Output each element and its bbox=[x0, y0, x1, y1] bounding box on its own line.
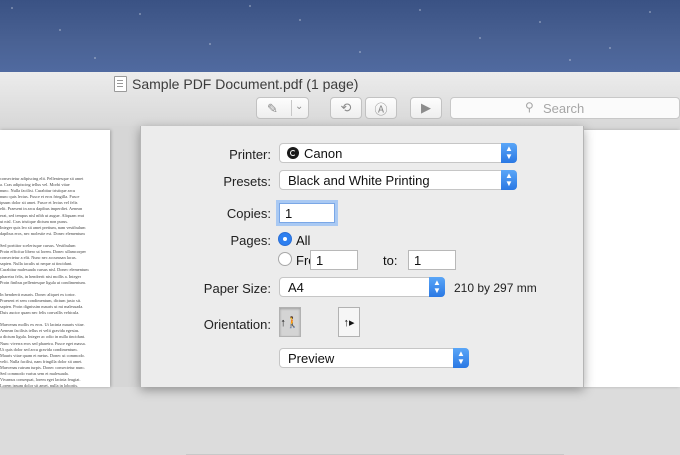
markup-pen-button[interactable]: ✎ ⌄ bbox=[256, 97, 309, 119]
presets-label: Presets: bbox=[223, 174, 271, 189]
pdf-page-preview: consectetur adipiscing elit. Pellentesqu… bbox=[0, 130, 110, 387]
landscape-orientation-button[interactable]: ↑▸ bbox=[338, 307, 360, 337]
select-arrows-icon: ▲ ▼ bbox=[453, 348, 469, 368]
pages-label: Pages: bbox=[230, 233, 271, 248]
printer-icon bbox=[287, 147, 299, 159]
orientation-label: Orientation: bbox=[203, 317, 271, 332]
title-chevron-icon[interactable]: ⌄ bbox=[338, 77, 347, 90]
presets-value: Black and White Printing bbox=[288, 173, 430, 188]
pdf-page-right bbox=[584, 130, 680, 387]
markup-toolbar-button[interactable]: Ⓐ bbox=[365, 97, 397, 119]
portrait-person-icon: ↑🚶 bbox=[280, 316, 300, 329]
button-separator bbox=[291, 100, 292, 116]
landscape-person-icon: ↑▸ bbox=[343, 316, 355, 329]
pages-from-radio[interactable] bbox=[278, 252, 292, 266]
pen-icon: ✎ bbox=[267, 101, 278, 116]
section-value: Preview bbox=[288, 351, 335, 366]
window-title[interactable]: Sample PDF Document.pdf (1 page) bbox=[132, 76, 358, 92]
select-arrows-icon: ▲ ▼ bbox=[501, 143, 517, 163]
copies-field[interactable]: 1 bbox=[279, 203, 335, 223]
select-arrows-icon: ▲ ▼ bbox=[501, 170, 517, 190]
pages-all-label: All bbox=[296, 233, 311, 248]
page-text-line: Lorem ipsum dolor sit amet, nulla in lob… bbox=[0, 383, 79, 387]
presets-select[interactable]: Black and White Printing ▲ ▼ bbox=[279, 170, 517, 190]
search-placeholder: Search bbox=[543, 101, 585, 116]
section-select[interactable]: Preview ▲ ▼ bbox=[279, 348, 469, 368]
desktop-background bbox=[0, 0, 680, 72]
print-dialog: Printer: Canon ▲ ▼ Presets: Black and Whi… bbox=[140, 126, 584, 455]
play-icon: ▶ bbox=[421, 100, 431, 115]
printer-value: Canon bbox=[304, 146, 343, 161]
search-input[interactable]: ⚲ Search bbox=[450, 97, 680, 119]
rotate-button[interactable]: ⟲ bbox=[330, 97, 362, 119]
rotate-icon: ⟲ bbox=[340, 100, 352, 115]
page-text: consectetur adipiscing elit. Pellentesqu… bbox=[0, 176, 106, 387]
portrait-orientation-button[interactable]: ↑🚶 bbox=[279, 307, 301, 337]
pages-to-field[interactable]: 1 bbox=[408, 250, 456, 270]
select-arrows-icon: ▲ ▼ bbox=[429, 277, 445, 297]
slideshow-button[interactable]: ▶ bbox=[410, 97, 442, 119]
pages-from-field[interactable]: 1 bbox=[310, 250, 358, 270]
document-icon bbox=[114, 76, 127, 92]
paper-size-value: A4 bbox=[288, 280, 304, 295]
markup-icon: Ⓐ bbox=[374, 101, 388, 117]
printer-select[interactable]: Canon ▲ ▼ bbox=[279, 143, 517, 163]
chevron-down-icon[interactable]: ⌄ bbox=[295, 101, 303, 112]
paper-size-label: Paper Size: bbox=[203, 281, 271, 296]
search-icon: ⚲ bbox=[525, 100, 534, 114]
paper-dimensions: 210 by 297 mm bbox=[454, 281, 537, 295]
paper-size-select[interactable]: A4 ▲ ▼ bbox=[279, 277, 445, 297]
pages-all-radio[interactable] bbox=[278, 232, 292, 246]
pages-to-label: to: bbox=[383, 253, 398, 268]
copies-label: Copies: bbox=[226, 206, 271, 221]
printer-label: Printer: bbox=[229, 147, 271, 162]
